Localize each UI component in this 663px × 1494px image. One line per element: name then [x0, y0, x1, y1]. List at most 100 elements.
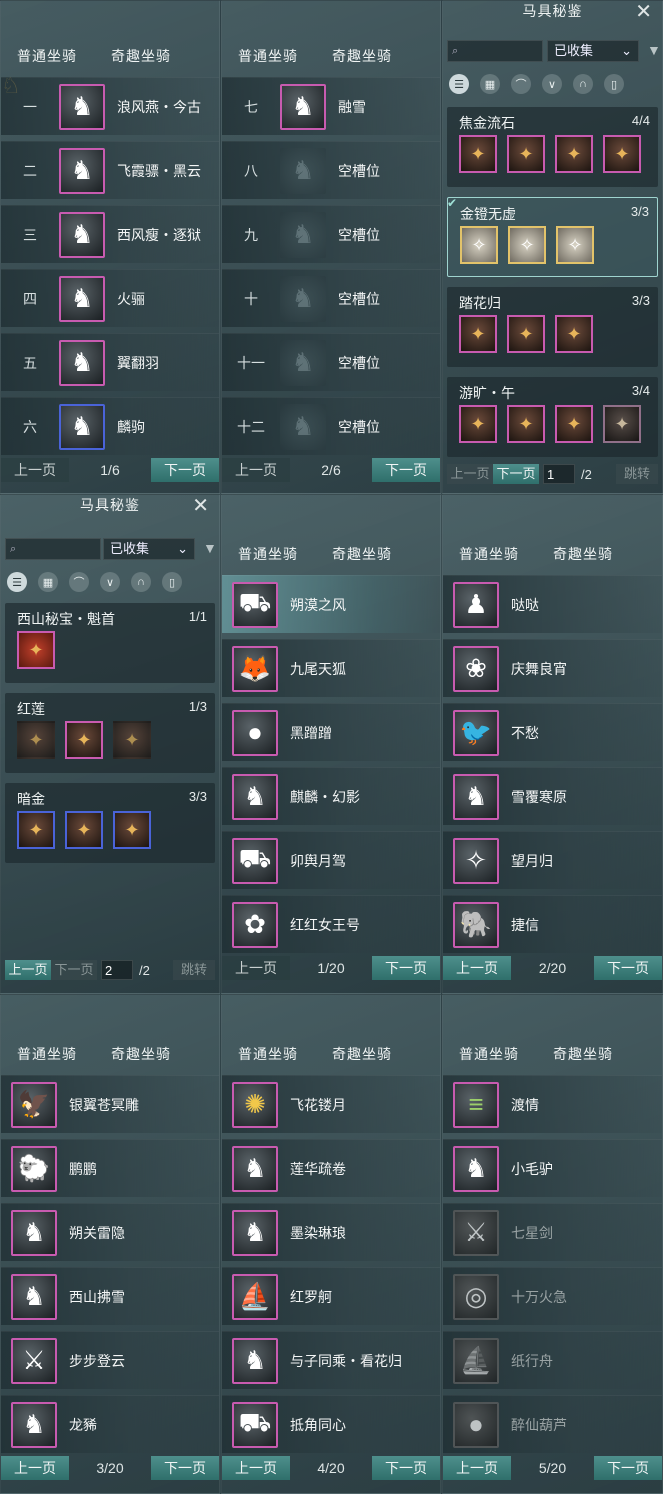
- mount-row[interactable]: ♞ 莲华疏卷: [222, 1139, 440, 1197]
- mount-row[interactable]: ♞ 墨染琳琅: [222, 1203, 440, 1261]
- jump-button[interactable]: 跳转: [616, 464, 658, 484]
- mount-row[interactable]: ♞ 小毛驴: [443, 1139, 662, 1197]
- horseshoe-icon[interactable]: ∩: [131, 572, 151, 592]
- tab-special-mounts[interactable]: 奇趣坐骑: [111, 1044, 171, 1064]
- tack-item-icon[interactable]: ✦: [507, 315, 545, 353]
- mount-row[interactable]: ● 醉仙葫芦: [443, 1395, 662, 1453]
- tack-item-icon[interactable]: ✧: [460, 226, 498, 264]
- mount-slot-row[interactable]: 三 ♞ 西风瘦・逐狱: [1, 205, 219, 263]
- bridle-icon[interactable]: ∨: [542, 74, 562, 94]
- prev-page-button[interactable]: 上一页: [1, 1456, 69, 1480]
- search-field[interactable]: [20, 542, 91, 556]
- tack-item-icon[interactable]: ✦: [113, 721, 151, 759]
- mount-row[interactable]: ◎ 十万火急: [443, 1267, 662, 1325]
- tack-item-icon[interactable]: ✧: [556, 226, 594, 264]
- tack-set-card[interactable]: 暗金 3/3 ✦ ✦ ✦: [5, 783, 215, 863]
- prev-page-button[interactable]: 上一页: [443, 1456, 511, 1480]
- collected-filter-select[interactable]: 已收集 ⌄: [103, 538, 195, 560]
- prev-page-button[interactable]: 上一页: [5, 960, 51, 980]
- close-icon[interactable]: ✕: [192, 495, 209, 518]
- mount-row[interactable]: ❀ 庆舞良宵: [443, 639, 662, 697]
- tab-special-mounts[interactable]: 奇趣坐骑: [332, 544, 392, 564]
- tack-set-card[interactable]: 西山秘宝・魁首 1/1 ✦: [5, 603, 215, 683]
- tack-item-icon[interactable]: ✧: [508, 226, 546, 264]
- tack-item-icon[interactable]: ✦: [459, 315, 497, 353]
- tack-set-card[interactable]: 焦金流石 4/4 ✦ ✦ ✦ ✦: [447, 107, 658, 187]
- mount-row[interactable]: ♞ 雪覆寒原: [443, 767, 662, 825]
- next-page-button[interactable]: 下一页: [594, 1456, 662, 1480]
- tab-normal-mounts[interactable]: 普通坐骑: [238, 544, 298, 564]
- mount-slot-row[interactable]: 六 ♞ 麟驹: [1, 397, 219, 455]
- mount-row[interactable]: ⚔ 七星剑: [443, 1203, 662, 1261]
- mount-row[interactable]: ● 黑蹭蹭: [222, 703, 440, 761]
- search-input[interactable]: ⌕: [5, 538, 101, 560]
- tack-item-icon[interactable]: ✦: [65, 811, 103, 849]
- mount-row[interactable]: ≡ 渡情: [443, 1075, 662, 1133]
- next-page-button[interactable]: 下一页: [151, 458, 219, 482]
- tack-item-icon[interactable]: ✦: [113, 811, 151, 849]
- tab-special-mounts[interactable]: 奇趣坐骑: [111, 46, 171, 66]
- prev-page-button[interactable]: 上一页: [222, 956, 290, 980]
- mount-row[interactable]: ♞ 朔关雷隐: [1, 1203, 219, 1261]
- armor-icon[interactable]: ▯: [604, 74, 624, 94]
- next-page-button[interactable]: 下一页: [372, 956, 440, 980]
- saddle-icon[interactable]: ⌒: [69, 572, 89, 592]
- list-all-icon[interactable]: ☰: [7, 572, 27, 592]
- mount-row[interactable]: 🦊 九尾天狐: [222, 639, 440, 697]
- mount-slot-row[interactable]: 十一 ♞ 空槽位: [222, 333, 440, 391]
- tab-special-mounts[interactable]: 奇趣坐骑: [553, 1044, 613, 1064]
- mount-row[interactable]: ✧ 望月归: [443, 831, 662, 889]
- tack-item-icon[interactable]: ✦: [459, 405, 497, 443]
- mount-row[interactable]: 🐦 不愁: [443, 703, 662, 761]
- tab-normal-mounts[interactable]: 普通坐骑: [17, 46, 77, 66]
- close-icon[interactable]: ✕: [635, 1, 652, 24]
- tack-item-icon[interactable]: ✦: [507, 405, 545, 443]
- search-input[interactable]: ⌕: [447, 40, 543, 62]
- tack-item-icon[interactable]: ✦: [459, 135, 497, 173]
- tack-item-icon[interactable]: ✦: [17, 631, 55, 669]
- mount-slot-row[interactable]: 七 ♞ 融雪: [222, 77, 440, 135]
- tab-normal-mounts[interactable]: 普通坐骑: [17, 1044, 77, 1064]
- mount-row[interactable]: ♞ 麒麟・幻影: [222, 767, 440, 825]
- tack-item-icon[interactable]: ✦: [17, 811, 55, 849]
- tack-set-card[interactable]: 踏花归 3/3 ✦ ✦ ✦: [447, 287, 658, 367]
- collected-filter-select[interactable]: 已收集 ⌄: [547, 40, 639, 62]
- mount-row[interactable]: ♞ 与子同乘・看花归: [222, 1331, 440, 1389]
- tack-item-icon[interactable]: ✦: [603, 405, 641, 443]
- mount-row[interactable]: ⛵ 红罗舸: [222, 1267, 440, 1325]
- funnel-icon[interactable]: ▼: [203, 540, 217, 556]
- prev-page-button[interactable]: 上一页: [222, 1456, 290, 1480]
- mount-row[interactable]: 🐘 捷信: [443, 895, 662, 953]
- tab-normal-mounts[interactable]: 普通坐骑: [238, 1044, 298, 1064]
- bridle-icon[interactable]: ∨: [100, 572, 120, 592]
- tab-special-mounts[interactable]: 奇趣坐骑: [553, 544, 613, 564]
- mount-row[interactable]: ⛵ 纸行舟: [443, 1331, 662, 1389]
- mount-row[interactable]: ✿ 红红女王号: [222, 895, 440, 953]
- prev-page-button[interactable]: 上一页: [222, 458, 290, 482]
- tack-item-icon[interactable]: ✦: [555, 135, 593, 173]
- mount-slot-row[interactable]: 十 ♞ 空槽位: [222, 269, 440, 327]
- mount-row[interactable]: 🐑 鹏鹏: [1, 1139, 219, 1197]
- next-page-button[interactable]: 下一页: [372, 458, 440, 482]
- tack-set-card[interactable]: 红莲 1/3 ✦ ✦ ✦: [5, 693, 215, 773]
- prev-page-button[interactable]: 上一页: [447, 464, 493, 484]
- next-page-button[interactable]: 下一页: [372, 1456, 440, 1480]
- prev-page-button[interactable]: 上一页: [1, 458, 69, 482]
- mount-slot-row[interactable]: 四 ♞ 火骊: [1, 269, 219, 327]
- page-number-input[interactable]: [101, 960, 133, 980]
- mount-slot-row[interactable]: 九 ♞ 空槽位: [222, 205, 440, 263]
- mount-slot-row[interactable]: 十二 ♞ 空槽位: [222, 397, 440, 455]
- mount-row[interactable]: ⛟ 朔漠之风: [222, 575, 440, 633]
- mount-row[interactable]: ⛟ 卯舆月驾: [222, 831, 440, 889]
- next-page-button[interactable]: 下一页: [51, 960, 97, 980]
- tack-item-icon[interactable]: ✦: [603, 135, 641, 173]
- mount-row[interactable]: ♟ 哒哒: [443, 575, 662, 633]
- mount-slot-row[interactable]: 八 ♞ 空槽位: [222, 141, 440, 199]
- tab-special-mounts[interactable]: 奇趣坐骑: [332, 46, 392, 66]
- tab-normal-mounts[interactable]: 普通坐骑: [459, 544, 519, 564]
- funnel-icon[interactable]: ▼: [647, 42, 661, 58]
- tack-item-icon[interactable]: ✦: [17, 721, 55, 759]
- search-field[interactable]: [462, 44, 533, 58]
- mount-row[interactable]: ♞ 龙豨: [1, 1395, 219, 1453]
- horseshoe-icon[interactable]: ∩: [573, 74, 593, 94]
